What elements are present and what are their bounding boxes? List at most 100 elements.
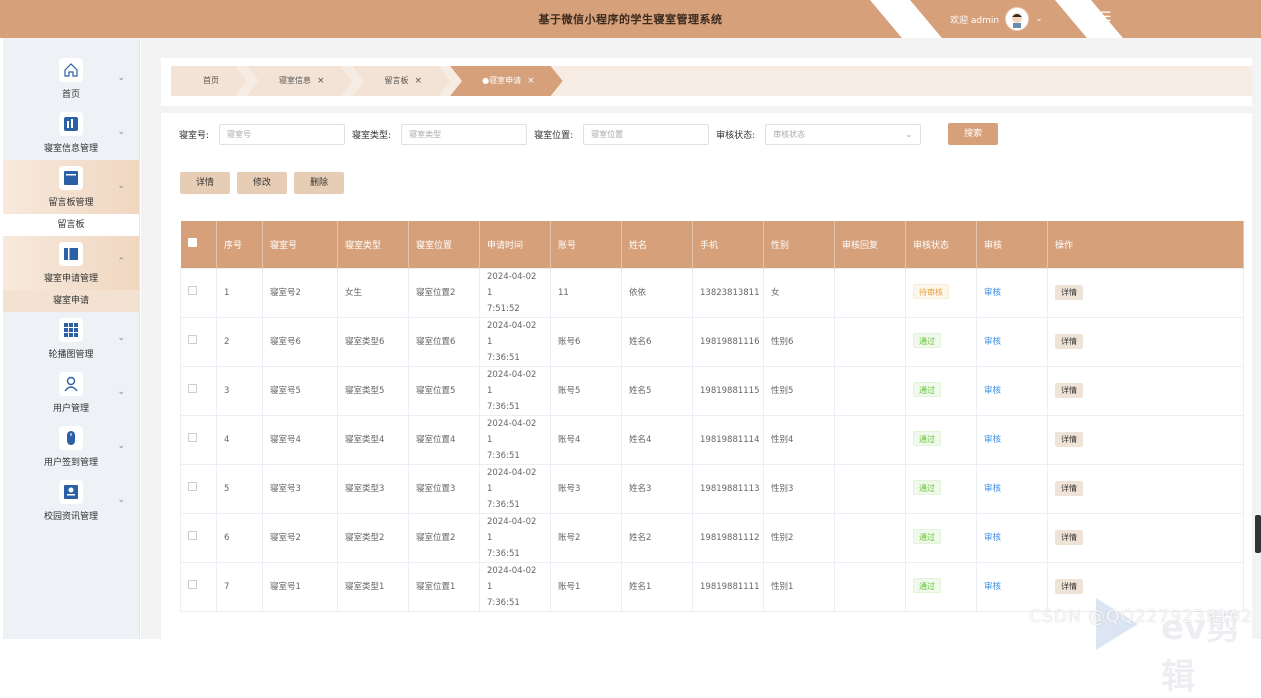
tab-room-application[interactable]: ●寝室申请 ×	[450, 66, 563, 96]
chevron-down-icon: ⌄	[905, 129, 913, 139]
row-detail-button[interactable]: 详情	[1055, 333, 1083, 349]
sidebar-item-room-application[interactable]: 寝室申请管理 ⌃	[3, 236, 139, 290]
apply-time: 7:36:51	[487, 352, 520, 363]
tab-home[interactable]: 首页	[171, 66, 247, 96]
detail-button[interactable]: 详情	[180, 172, 230, 194]
row-checkbox[interactable]	[188, 481, 197, 491]
review-link[interactable]: 审核	[984, 337, 1001, 347]
select-all-checkbox[interactable]	[187, 238, 197, 248]
cell-apply-time: 2024-04-02 1 7:36:51	[479, 316, 551, 366]
cell-type: 寝室类型2	[337, 512, 409, 562]
cell-operation: 详情	[1047, 267, 1244, 317]
avatar[interactable]	[1005, 7, 1030, 31]
table-row[interactable]: 4 寝室号4 寝室类型4 寝室位置4 2024-04-02 1 7:36:51 账号4 姓名4…	[180, 414, 1244, 464]
message-board-icon	[59, 166, 83, 190]
sidebar-item-campus-news[interactable]: 校园资讯管理 ⌄	[3, 474, 139, 528]
cell-location: 寝室位置2	[408, 267, 480, 317]
sidebar-item-carousel[interactable]: 轮播图管理 ⌄	[3, 312, 139, 366]
sidebar-subitem-message-board[interactable]: 留言板	[3, 214, 139, 236]
row-detail-button[interactable]: 详情	[1055, 382, 1083, 398]
row-checkbox[interactable]	[188, 334, 197, 344]
review-link[interactable]: 审核	[984, 288, 1001, 298]
row-checkbox[interactable]	[188, 579, 197, 589]
sidebar-item-user-checkin[interactable]: 用户签到管理 ⌄	[3, 420, 139, 474]
cell-account: 账号3	[550, 463, 622, 513]
column-header[interactable]: 姓名	[621, 221, 693, 268]
room-location-input[interactable]: 寝室位置	[583, 123, 710, 145]
cell-name: 姓名1	[621, 561, 693, 612]
row-checkbox[interactable]	[188, 530, 197, 540]
scroll-handle[interactable]	[1255, 515, 1261, 553]
column-header[interactable]: 手机	[692, 221, 764, 268]
column-header[interactable]: 审核回复	[834, 221, 906, 268]
review-link[interactable]: 审核	[984, 386, 1001, 396]
status-badge: 通过	[913, 333, 941, 348]
cell-type: 寝室类型6	[337, 316, 409, 366]
table-row[interactable]: 7 寝室号1 寝室类型1 寝室位置1 2024-04-02 1 7:36:51 账号1 姓名1…	[180, 561, 1244, 612]
row-detail-button[interactable]: 详情	[1055, 578, 1083, 594]
column-header[interactable]: 操作	[1047, 221, 1244, 268]
csdn-watermark: CSDN @QQ2279239102	[1029, 607, 1253, 627]
cell-gender: 性别5	[763, 365, 835, 415]
table-row[interactable]: 2 寝室号6 寝室类型6 寝室位置6 2024-04-02 1 7:36:51 账号6 姓名6…	[180, 316, 1244, 366]
chevron-down-icon: ⌄	[117, 181, 125, 191]
cell-apply-time: 2024-04-02 1 7:51:52	[479, 267, 551, 317]
close-icon[interactable]: ×	[415, 76, 423, 86]
user-menu[interactable]: 欢迎 admin ⌄	[950, 0, 1043, 38]
row-checkbox[interactable]	[188, 285, 197, 295]
tab-message-board[interactable]: 留言板 ×	[353, 66, 451, 96]
cell-review: 审核	[976, 463, 1048, 513]
cell-name: 依依	[621, 267, 693, 317]
sidebar-item-users[interactable]: 用户管理 ⌄	[3, 366, 139, 420]
room-type-input[interactable]: 寝室类型	[401, 123, 528, 145]
row-detail-button[interactable]: 详情	[1055, 431, 1083, 447]
sidebar-item-message-board[interactable]: 留言板管理 ⌄	[3, 160, 139, 214]
chevron-down-icon[interactable]: ⌄	[1035, 14, 1043, 24]
review-link[interactable]: 审核	[984, 533, 1001, 543]
column-header[interactable]: 序号	[216, 221, 263, 268]
book-icon	[59, 242, 83, 266]
table-row[interactable]: 6 寝室号2 寝室类型2 寝室位置2 2024-04-02 1 7:36:51 账号2 姓名2…	[180, 512, 1244, 562]
column-header[interactable]: 寝室号	[262, 221, 338, 268]
delete-button[interactable]: 删除	[294, 172, 344, 194]
edit-button[interactable]: 修改	[237, 172, 287, 194]
cell-phone: 19819881115	[692, 365, 764, 415]
sidebar-item-label: 寝室信息管理	[43, 144, 98, 154]
tab-room-info[interactable]: 寝室信息 ×	[247, 66, 353, 96]
row-detail-button[interactable]: 详情	[1055, 529, 1083, 545]
row-checkbox[interactable]	[188, 432, 197, 442]
row-detail-button[interactable]: 详情	[1055, 480, 1083, 496]
hamburger-menu-icon[interactable]: ☰	[1100, 10, 1112, 25]
top-bar: 基于微信小程序的学生寝室管理系统 欢迎 admin ⌄ ☰	[0, 0, 1261, 38]
column-header[interactable]: 寝室位置	[408, 221, 480, 268]
review-link[interactable]: 审核	[984, 582, 1001, 592]
application-table: 序号 寝室号 寝室类型 寝室位置 申请时间 账号 姓名 手机 性别 审核回复 审…	[180, 221, 1244, 612]
table-row[interactable]: 5 寝室号3 寝室类型3 寝室位置3 2024-04-02 1 7:36:51 账号3 姓名3…	[180, 463, 1244, 513]
table-row[interactable]: 3 寝室号5 寝室类型5 寝室位置5 2024-04-02 1 7:36:51 账号5 姓名5…	[180, 365, 1244, 415]
apply-date: 2024-04-02 1	[487, 320, 537, 347]
search-button[interactable]: 搜索	[948, 123, 999, 145]
sidebar-item-room-info[interactable]: 寝室信息管理 ⌄	[3, 106, 139, 160]
column-header[interactable]: 寝室类型	[337, 221, 409, 268]
sidebar-item-home[interactable]: 首页 ⌄	[3, 52, 139, 106]
row-detail-button[interactable]: 详情	[1055, 284, 1083, 300]
review-link[interactable]: 审核	[984, 484, 1001, 494]
sidebar-item-label: 留言板管理	[48, 198, 94, 208]
sidebar-subitem-room-application[interactable]: 寝室申请	[3, 290, 139, 312]
row-checkbox[interactable]	[188, 383, 197, 393]
column-header[interactable]: 性别	[763, 221, 835, 268]
column-header[interactable]: 申请时间	[479, 221, 551, 268]
close-icon[interactable]: ×	[527, 76, 535, 86]
grid-icon	[59, 318, 83, 342]
cell-type: 寝室类型5	[337, 365, 409, 415]
column-header[interactable]: 账号	[550, 221, 622, 268]
room-no-input[interactable]: 寝室号	[219, 123, 346, 145]
column-header[interactable]: 审核状态	[905, 221, 977, 268]
cell-name: 姓名5	[621, 365, 693, 415]
close-icon[interactable]: ×	[317, 76, 325, 86]
column-header[interactable]: 审核	[976, 221, 1048, 268]
cell-operation: 详情	[1047, 414, 1244, 464]
review-link[interactable]: 审核	[984, 435, 1001, 445]
review-status-select[interactable]: 审核状态 ⌄	[765, 123, 922, 145]
table-row[interactable]: 1 寝室号2 女生 寝室位置2 2024-04-02 1 7:51:52 11 依依 13823…	[180, 267, 1244, 317]
